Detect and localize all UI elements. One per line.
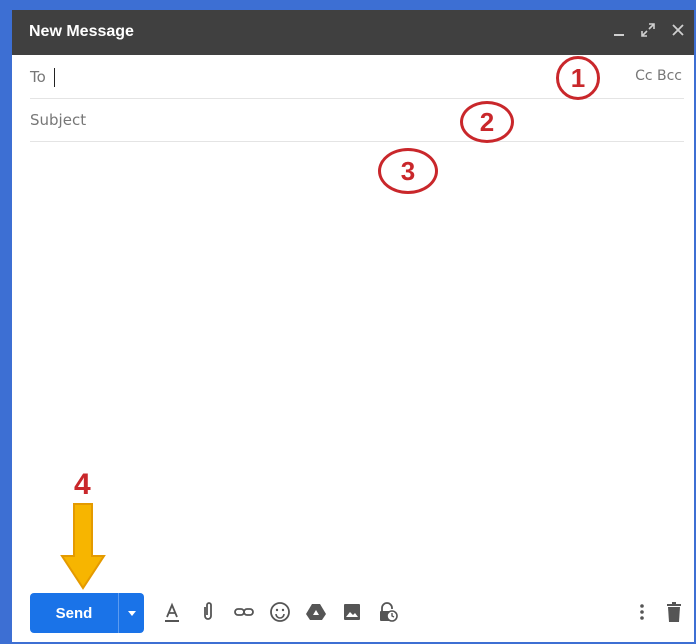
- cc-bcc-link[interactable]: Cc Bcc: [635, 68, 682, 84]
- annotation-4: 4: [74, 468, 91, 501]
- send-label: Send: [55, 604, 93, 622]
- drive-icon[interactable]: [304, 600, 328, 624]
- annotation-2: 2: [460, 101, 514, 143]
- link-icon[interactable]: [232, 600, 256, 624]
- subject-label: Subject: [30, 111, 87, 129]
- send-options-icon[interactable]: [118, 593, 144, 633]
- subject-field[interactable]: Subject: [30, 99, 684, 142]
- confidential-icon[interactable]: [376, 600, 400, 624]
- expand-icon[interactable]: [640, 22, 656, 42]
- send-button[interactable]: Send: [30, 593, 118, 633]
- more-options-icon[interactable]: [630, 600, 654, 624]
- minimize-icon[interactable]: [612, 23, 626, 41]
- down-arrow-icon: [60, 503, 106, 590]
- text-caret: [54, 68, 55, 87]
- format-text-icon[interactable]: [160, 600, 184, 624]
- close-icon[interactable]: [670, 22, 686, 42]
- compose-titlebar: New Message: [12, 10, 694, 55]
- photo-icon[interactable]: [340, 600, 364, 624]
- emoji-icon[interactable]: [268, 600, 292, 624]
- attach-icon[interactable]: [196, 600, 220, 624]
- annotation-3: 3: [378, 148, 438, 194]
- annotation-1: 1: [556, 56, 600, 100]
- window-title: New Message: [29, 23, 134, 40]
- message-body[interactable]: [30, 143, 682, 583]
- to-label: To: [30, 68, 46, 86]
- trash-icon[interactable]: [662, 600, 686, 624]
